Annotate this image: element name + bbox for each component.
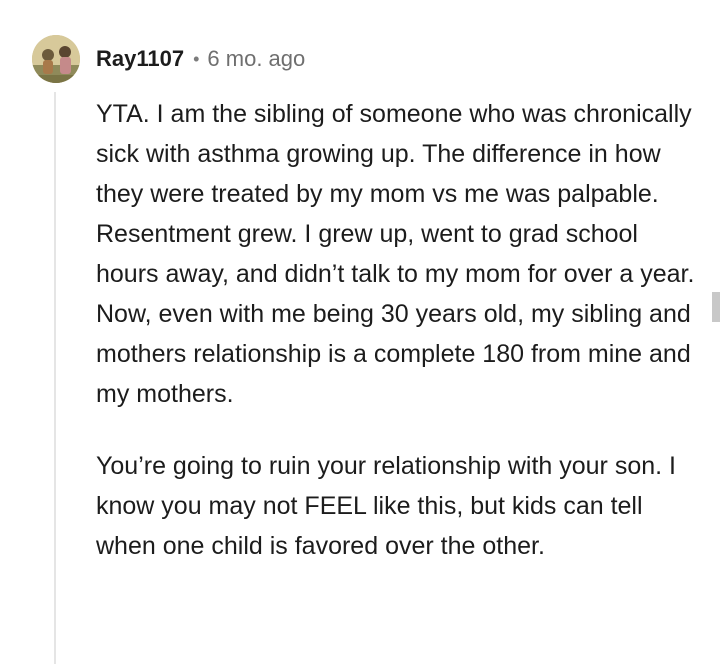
comment-meta: Ray1107 • 6 mo. ago [96, 44, 305, 74]
timestamp[interactable]: 6 mo. ago [207, 44, 305, 74]
separator-dot: • [193, 49, 200, 69]
comment: Ray1107 • 6 mo. ago YTA. I am the siblin… [0, 0, 720, 664]
comment-paragraph-1: YTA. I am the sibling of someone who was… [96, 100, 695, 408]
comment-paragraph-2: You’re going to ruin your relationship w… [96, 452, 676, 560]
scrollbar-thumb[interactable] [712, 292, 720, 322]
username-link[interactable]: Ray1107 [96, 44, 184, 74]
comment-body: YTA. I am the sibling of someone who was… [96, 94, 696, 566]
thread-line[interactable] [54, 92, 56, 664]
user-avatar-icon[interactable] [32, 35, 80, 83]
